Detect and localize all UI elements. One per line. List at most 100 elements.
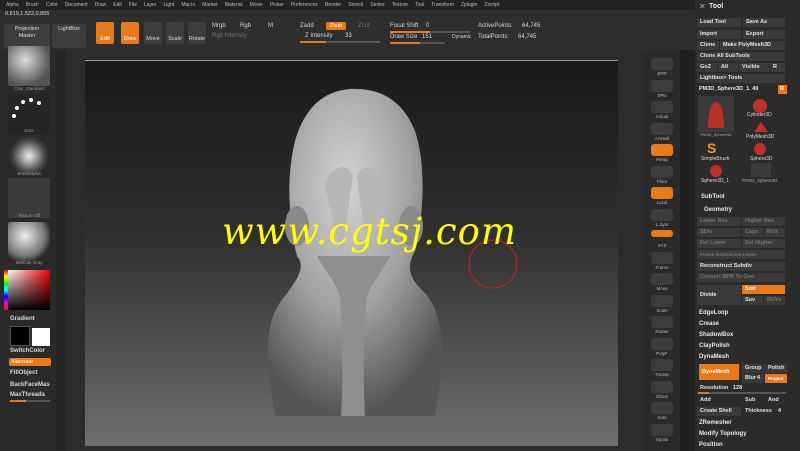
clone-all-subtools-button[interactable]: Clone All SubTools bbox=[697, 52, 785, 61]
menu-item-edit[interactable]: Edit bbox=[113, 2, 122, 8]
suv-button[interactable]: Suv bbox=[742, 296, 763, 305]
reconstruct-subdiv-button[interactable]: Reconstruct Subdiv bbox=[697, 262, 785, 271]
switch-color-button[interactable]: SwitchColor bbox=[10, 348, 45, 354]
rotate-button[interactable]: Rotate bbox=[188, 22, 206, 44]
color-picker[interactable] bbox=[8, 270, 50, 310]
shelf-actual-button[interactable] bbox=[651, 101, 673, 113]
del-lower-button[interactable]: Del Lower bbox=[697, 239, 741, 248]
right-scrollbar[interactable] bbox=[680, 50, 695, 451]
rgb-intensity-slider[interactable]: Rgb Intensity bbox=[212, 33, 247, 39]
shelf-ghost-button[interactable] bbox=[651, 380, 673, 393]
menu-item-brush[interactable]: Brush bbox=[26, 2, 39, 8]
goz-r-button[interactable]: R bbox=[770, 63, 785, 72]
goz-all-button[interactable]: All bbox=[718, 63, 738, 72]
menu-item-tool[interactable]: Tool bbox=[415, 2, 424, 8]
menu-item-zscript[interactable]: Zscript bbox=[484, 2, 499, 8]
material-thumbnail[interactable] bbox=[8, 222, 50, 262]
backface-mask-button[interactable]: BackFaceMas bbox=[10, 382, 50, 388]
menu-item-macro[interactable]: Macro bbox=[181, 2, 195, 8]
goz-button[interactable]: GoZ bbox=[697, 63, 717, 72]
alpha-thumbnail[interactable] bbox=[8, 136, 50, 176]
subtool-section[interactable]: SubTool bbox=[695, 192, 800, 202]
convert-bpr-button[interactable]: Convert BPR To Geo bbox=[697, 273, 785, 282]
and-button[interactable]: And bbox=[765, 396, 787, 405]
shelf-aahalf-button[interactable] bbox=[651, 122, 673, 135]
menu-item-color[interactable]: Color bbox=[46, 2, 58, 8]
resolution-slider[interactable] bbox=[698, 392, 786, 394]
dynamesh-button[interactable]: DynaMesh bbox=[699, 364, 739, 380]
crease-section[interactable]: Crease bbox=[695, 319, 800, 329]
save-as-button[interactable]: Save As bbox=[743, 18, 785, 27]
position-section[interactable]: Position bbox=[695, 440, 800, 450]
draw-button[interactable]: Draw bbox=[121, 22, 139, 44]
dynamesh-section[interactable]: DynaMesh bbox=[695, 352, 800, 362]
shelf-polyf-button[interactable] bbox=[651, 337, 673, 350]
focal-shift-slider[interactable] bbox=[390, 31, 470, 33]
zadd-button[interactable]: Zadd bbox=[300, 23, 314, 29]
divide-button[interactable]: Divide bbox=[697, 285, 741, 305]
hue-strip[interactable] bbox=[4, 270, 8, 310]
shelf-scale-button[interactable] bbox=[651, 294, 673, 307]
shelf-bpr-button[interactable] bbox=[651, 58, 673, 70]
menu-item-document[interactable]: Document bbox=[65, 2, 88, 8]
menu-item-render[interactable]: Render bbox=[325, 2, 341, 8]
z-intensity-slider[interactable] bbox=[300, 41, 380, 43]
blur-value[interactable]: 4 bbox=[756, 374, 764, 383]
zcut-button[interactable]: Zcut bbox=[358, 23, 370, 29]
claypolish-section[interactable]: ClayPolish bbox=[695, 341, 800, 351]
shelf-local-button[interactable] bbox=[651, 187, 673, 199]
m-button[interactable]: M bbox=[268, 23, 273, 29]
import-button[interactable]: Import bbox=[697, 30, 741, 39]
viewport-canvas[interactable] bbox=[85, 60, 618, 446]
lightbox-tools-button[interactable]: Lightbox> Tools bbox=[697, 74, 785, 83]
move-button[interactable]: Move bbox=[144, 22, 162, 44]
shelf-floor-button[interactable] bbox=[651, 165, 673, 178]
sub-button[interactable]: Sub bbox=[742, 396, 764, 405]
rgb-button[interactable]: Rgb bbox=[240, 23, 251, 29]
menu-item-movie[interactable]: Movie bbox=[250, 2, 263, 8]
menu-item-stencil[interactable]: Stencil bbox=[348, 2, 363, 8]
load-tool-button[interactable]: Load Tool bbox=[697, 18, 741, 27]
shadowbox-section[interactable]: ShadowBox bbox=[695, 330, 800, 340]
add-button[interactable]: Add bbox=[697, 396, 741, 405]
simplebrush-icon[interactable]: S bbox=[707, 140, 716, 156]
group-button[interactable]: Group bbox=[742, 364, 764, 373]
fill-object-button[interactable]: FillObject bbox=[10, 370, 37, 376]
alternate-button[interactable]: Alternate bbox=[9, 358, 51, 366]
make-polymesh3d-button[interactable]: Make PolyMesh3D bbox=[720, 41, 785, 50]
menu-item-file[interactable]: File bbox=[129, 2, 137, 8]
shelf-persp-button[interactable] bbox=[651, 144, 673, 156]
export-button[interactable]: Export bbox=[743, 30, 785, 39]
rstr-button[interactable]: Rstr bbox=[764, 228, 785, 237]
cage-button[interactable]: Cage bbox=[742, 228, 763, 237]
menu-item-texture[interactable]: Texture bbox=[392, 2, 408, 8]
shelf-rotate-button[interactable] bbox=[651, 316, 673, 328]
shelf-lsym-button[interactable] bbox=[651, 208, 673, 221]
max-threads-slider[interactable] bbox=[10, 400, 50, 402]
lower-res-button[interactable]: Lower Res bbox=[697, 217, 741, 226]
smt-button[interactable]: Smt bbox=[742, 285, 785, 294]
tool-palette-title[interactable]: Tool bbox=[695, 2, 800, 12]
menu-item-draw[interactable]: Draw bbox=[95, 2, 107, 8]
shelf-solo-button[interactable] bbox=[651, 402, 673, 414]
menu-item-zplugin[interactable]: Zplugin bbox=[461, 2, 477, 8]
lightbox-button[interactable]: LightBox bbox=[52, 24, 86, 48]
menu-item-alpha[interactable]: Alpha bbox=[6, 2, 19, 8]
create-shell-button[interactable]: Create Shell bbox=[697, 407, 741, 416]
brush-thumbnail[interactable] bbox=[8, 46, 50, 86]
higher-res-button[interactable]: Higher Res bbox=[742, 217, 785, 226]
menu-item-material[interactable]: Material bbox=[225, 2, 243, 8]
gradient-label[interactable]: Gradient bbox=[10, 316, 35, 322]
mrgb-button[interactable]: Mrgb bbox=[212, 23, 226, 29]
texture-thumbnail[interactable] bbox=[8, 178, 50, 218]
menu-item-preferences[interactable]: Preferences bbox=[291, 2, 318, 8]
shelf-frame-button[interactable] bbox=[651, 251, 673, 264]
sdiv-slider[interactable]: SDiv bbox=[697, 228, 741, 237]
menu-item-transform[interactable]: Transform bbox=[431, 2, 454, 8]
clone-button[interactable]: Clone bbox=[697, 41, 719, 50]
main-color-swatch[interactable] bbox=[32, 328, 50, 346]
freeze-subdivision-button[interactable]: Freeze SubDivision Levels bbox=[697, 250, 785, 259]
shelf-move-button[interactable] bbox=[651, 273, 673, 285]
menu-item-marker[interactable]: Marker bbox=[202, 2, 218, 8]
project-button[interactable]: Project bbox=[765, 374, 787, 383]
